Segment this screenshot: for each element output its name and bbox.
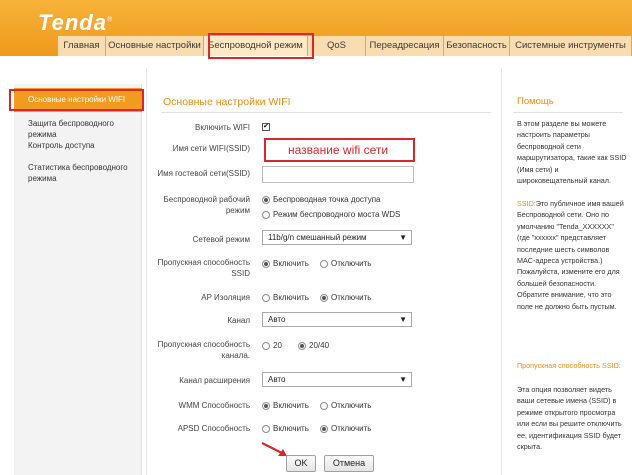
sidebar-item-wireless-stats[interactable]: Статистика беспроводного режима <box>14 162 142 184</box>
bandwidth-20-label: 20 <box>273 341 282 350</box>
tab-port-forwarding[interactable]: Переадресация <box>366 36 444 56</box>
page-title: Основные настройки WIFI <box>163 96 291 108</box>
wmm-on-radio[interactable] <box>262 402 270 410</box>
channel-label: Канал <box>227 316 250 325</box>
chevron-down-icon: ▼ <box>399 315 407 324</box>
sidebar-item-wireless-security[interactable]: Защита беспроводного режима <box>14 118 142 140</box>
tab-security[interactable]: Безопасность <box>444 36 510 56</box>
bandwidth-20-radio[interactable] <box>262 342 270 350</box>
ok-button[interactable]: OK <box>286 455 316 472</box>
wireless-tab-highlight <box>208 33 314 59</box>
tab-system-tools[interactable]: Системные инструменты <box>510 36 632 56</box>
ext-channel-select[interactable]: Авто ▼ <box>262 372 412 387</box>
bandwidth-2040-label: 20/40 <box>309 341 330 350</box>
help-title: Помощь <box>517 96 554 107</box>
tab-home[interactable]: Главная <box>58 36 106 56</box>
ap-isolation-on-radio[interactable] <box>262 294 270 302</box>
chevron-down-icon: ▼ <box>399 233 407 242</box>
ssid-broadcast-off-radio[interactable] <box>320 260 328 268</box>
guest-ssid-input[interactable] <box>262 166 414 183</box>
sidebar-item-highlight <box>9 89 144 111</box>
brand-reg: ® <box>106 16 114 24</box>
bandwidth-2040-radio[interactable] <box>298 342 306 350</box>
wds-mode-option: Режим беспроводного моста WDS <box>273 210 401 219</box>
help-broadcast-text: Эта опция позволяет видеть ваши сетевые … <box>517 385 622 452</box>
wmm-off-radio[interactable] <box>320 402 328 410</box>
enable-wifi-checkbox[interactable]: ✔ <box>262 123 270 131</box>
wmm-on-label: Включить <box>273 401 309 410</box>
apsd-off-label: Отключить <box>331 424 372 433</box>
help-ssid-term: SSID: <box>517 199 536 208</box>
tab-qos[interactable]: QoS <box>308 36 366 56</box>
ssid-broadcast-off-label: Отключить <box>331 259 372 268</box>
ext-channel-label: Канал расширения <box>179 376 250 385</box>
help-divider <box>513 112 623 113</box>
ap-isolation-label: AP Изоляция <box>201 293 250 302</box>
help-broadcast-term: Пропускная способность SSID: <box>517 361 621 370</box>
ap-mode-radio[interactable] <box>262 196 270 204</box>
help-intro: В этом разделе вы можете настроить парам… <box>517 119 627 186</box>
ssid-label: Имя сети WIFI(SSID) <box>172 144 250 153</box>
brand-name: Tenda <box>38 10 107 35</box>
cancel-button[interactable]: Отмена <box>324 455 374 472</box>
chevron-down-icon: ▼ <box>399 375 407 384</box>
router-admin-page: Tenda® Главная Основные настройки Беспро… <box>0 0 632 475</box>
network-mode-label: Сетевой режим <box>192 235 250 244</box>
network-mode-select[interactable]: 11b/g/n смешанный режим ▼ <box>262 230 412 245</box>
ap-isolation-off-label: Отключить <box>331 293 372 302</box>
ap-mode-option: Беспроводная точка доступа <box>273 195 381 204</box>
help-ssid-block: SSID:Это публичное имя вашей Беспроводно… <box>517 198 627 312</box>
ssid-broadcast-on-label: Включить <box>273 259 309 268</box>
main-nav: Главная Основные настройки Беспроводной … <box>58 36 632 56</box>
sidebar-item-access-control[interactable]: Контроль доступа <box>14 140 142 151</box>
ap-isolation-off-radio[interactable] <box>320 294 328 302</box>
tenda-logo: Tenda® <box>38 10 113 36</box>
wmm-label: WMM Способность <box>178 401 250 410</box>
tab-basic-settings[interactable]: Основные настройки <box>106 36 204 56</box>
title-divider <box>161 112 491 113</box>
apsd-off-radio[interactable] <box>320 425 328 433</box>
top-header: Tenda® Главная Основные настройки Беспро… <box>0 0 632 59</box>
ssid-broadcast-label: Пропускная способность SSID <box>157 258 250 278</box>
ap-isolation-on-label: Включить <box>273 293 309 302</box>
channel-select[interactable]: Авто ▼ <box>262 312 412 327</box>
guest-ssid-label: Имя гостевой сети(SSID) <box>157 169 250 178</box>
wireless-mode-label: Беспроводной рабочий режим <box>163 195 250 215</box>
apsd-on-radio[interactable] <box>262 425 270 433</box>
wds-mode-radio[interactable] <box>262 211 270 219</box>
apsd-on-label: Включить <box>273 424 309 433</box>
bandwidth-label: Пропускная способность канала. <box>157 340 250 360</box>
help-ssid-text: Это публичное имя вашей Беспроводной сет… <box>517 199 624 311</box>
ext-channel-value: Авто <box>268 375 286 384</box>
wmm-off-label: Отключить <box>331 401 372 410</box>
ssid-input[interactable]: название wifi сети <box>264 138 415 162</box>
enable-wifi-label: Включить WIFI <box>195 123 250 132</box>
network-mode-value: 11b/g/n смешанный режим <box>268 233 367 242</box>
apsd-label: APSD Способность <box>177 424 250 433</box>
channel-value: Авто <box>268 315 286 324</box>
ssid-broadcast-on-radio[interactable] <box>262 260 270 268</box>
